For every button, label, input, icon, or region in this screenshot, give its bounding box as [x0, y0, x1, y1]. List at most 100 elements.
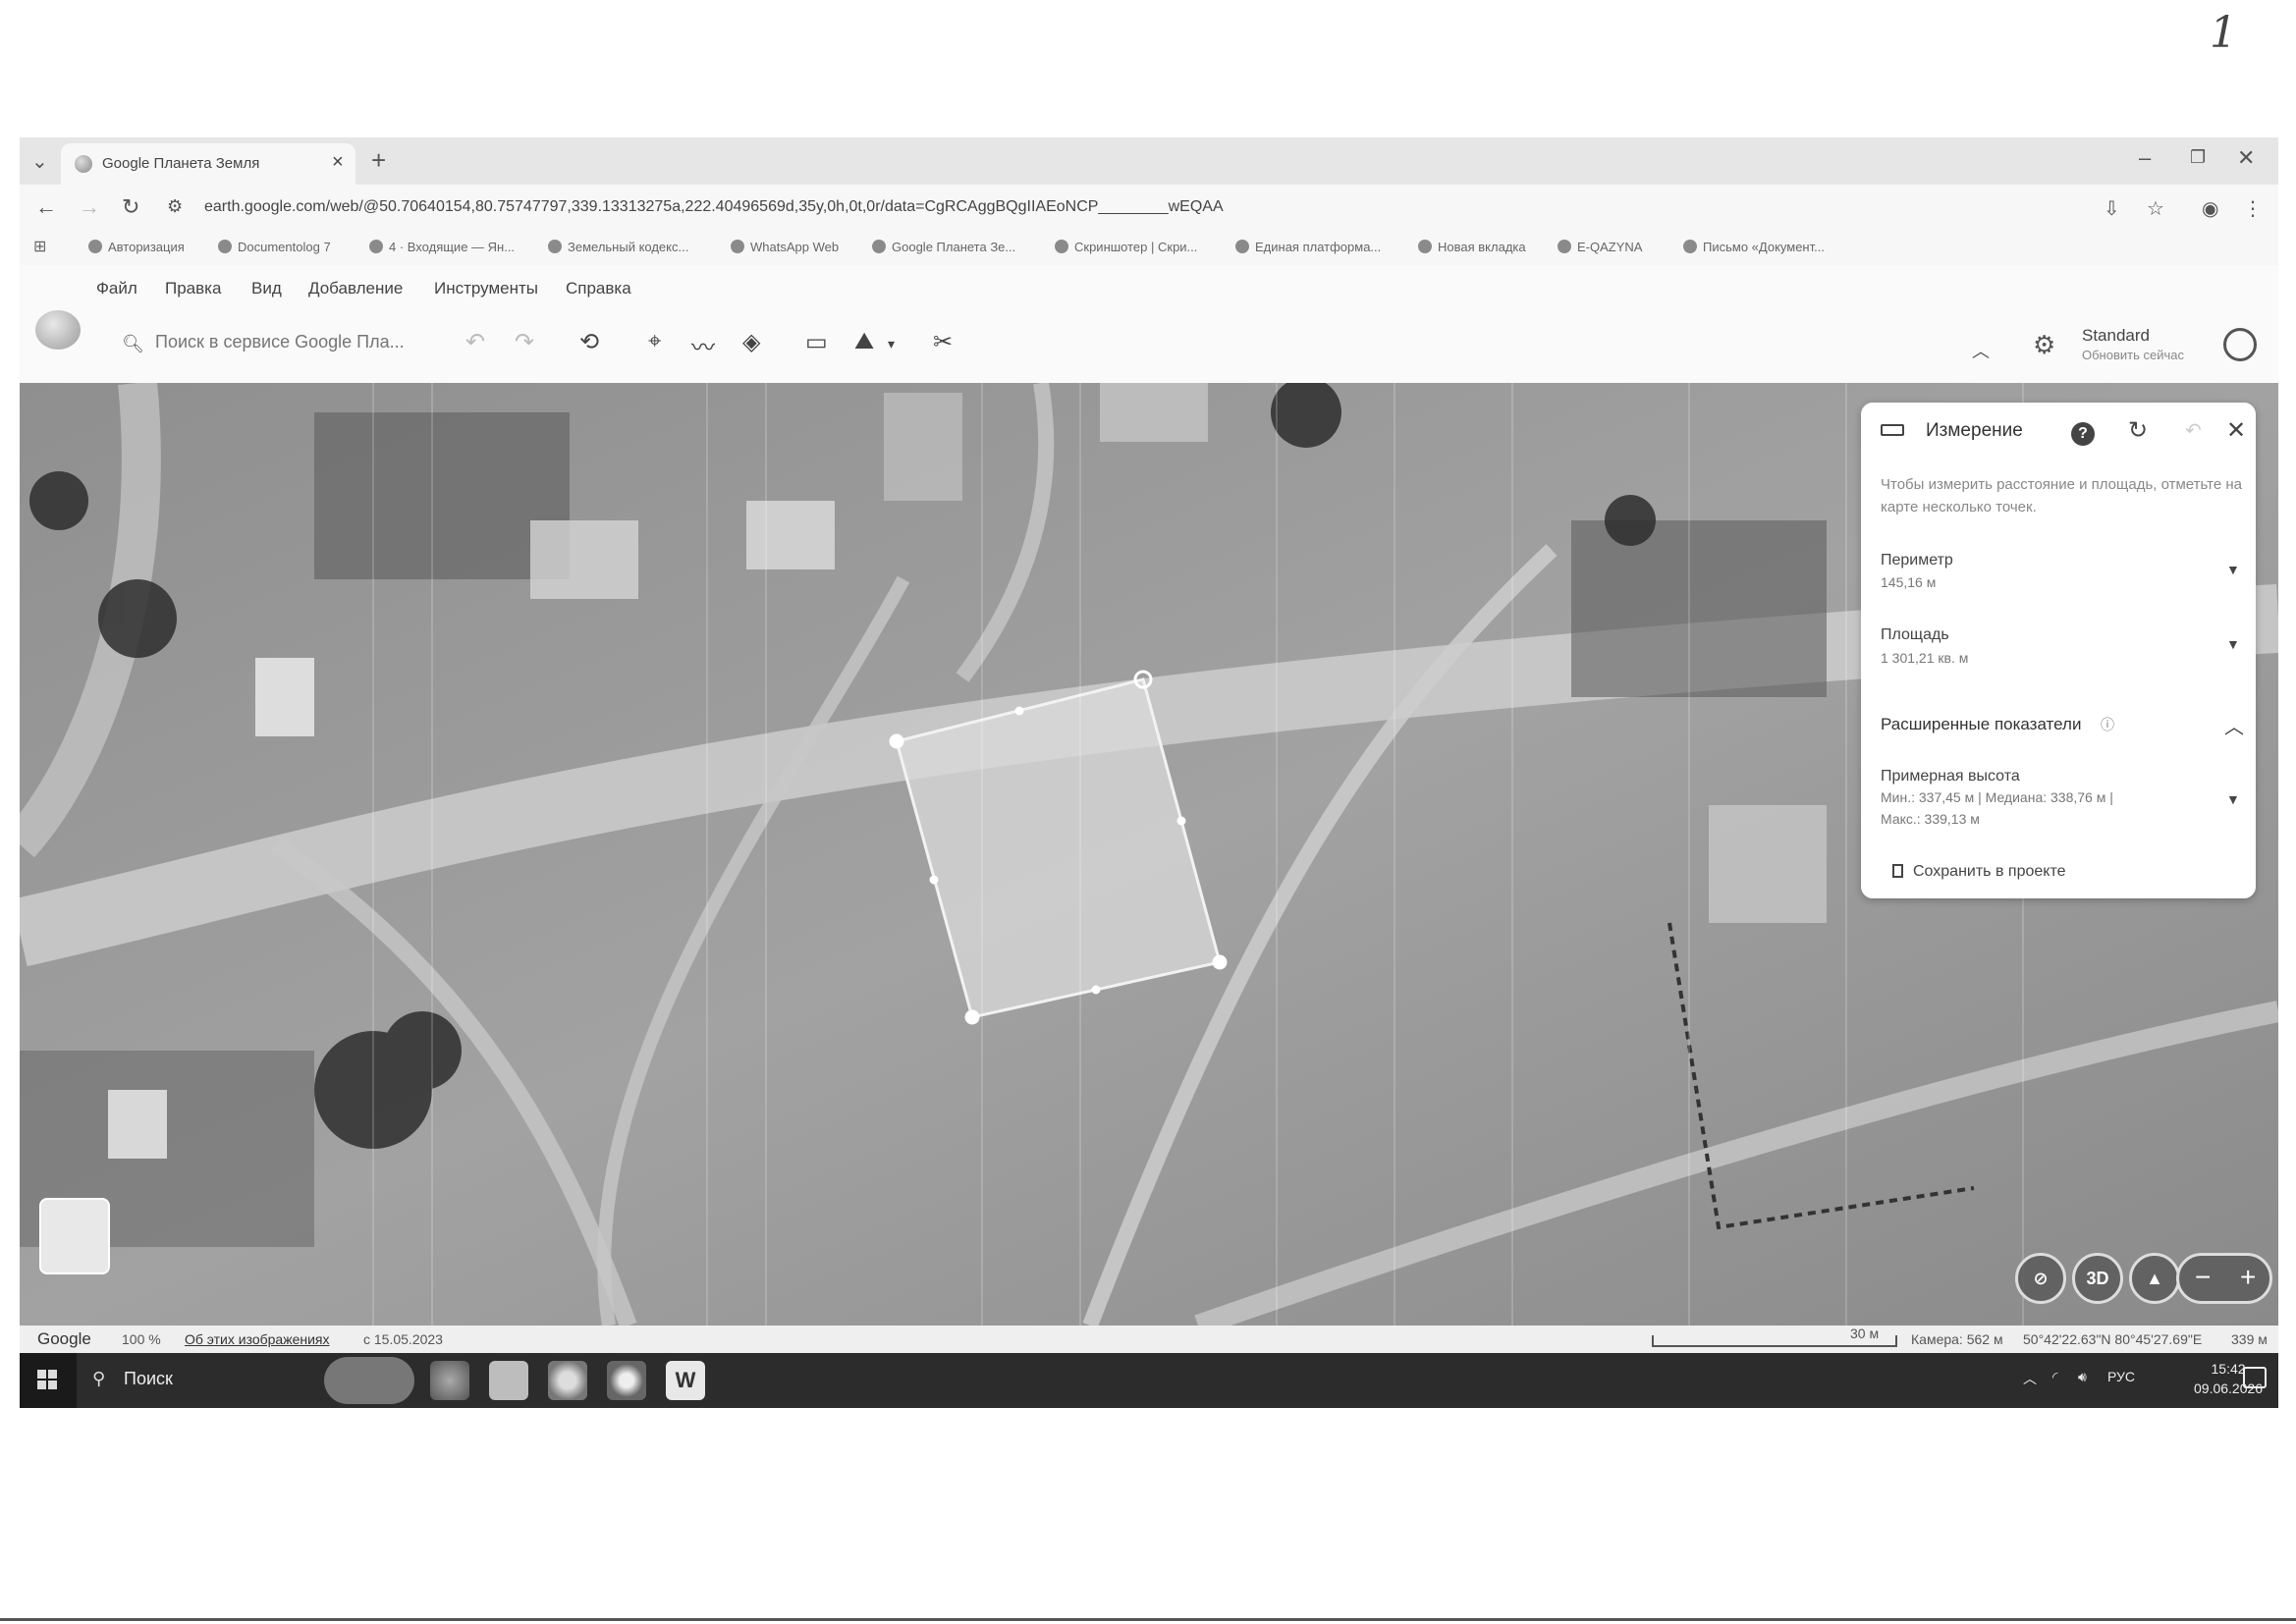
measure-icon[interactable]: ✂	[933, 328, 953, 356]
close-icon[interactable]: ✕	[2226, 416, 2246, 445]
zoom-in-icon[interactable]: +	[2240, 1262, 2256, 1293]
map-style-name[interactable]: Standard	[2082, 326, 2150, 346]
network-icon[interactable]: ◜	[2052, 1369, 2057, 1385]
volume-icon[interactable]: 🔊︎	[2078, 1369, 2087, 1385]
bookmark-star-icon[interactable]: ☆	[2147, 196, 2164, 221]
bookmark-item[interactable]: Google Планета Зе...	[872, 240, 1015, 254]
chrome-icon[interactable]	[548, 1361, 587, 1400]
polygon-midpoint[interactable]	[1014, 706, 1024, 716]
bookmark-item[interactable]: Земельный кодекс...	[548, 240, 688, 254]
menu-file[interactable]: Файл	[96, 279, 137, 298]
info-icon[interactable]: ⓘ	[2101, 715, 2114, 734]
word-icon[interactable]: W	[666, 1361, 705, 1400]
bookmark-favicon-icon	[88, 240, 102, 253]
edge-icon[interactable]	[430, 1361, 469, 1400]
zoom-level: 100 %	[122, 1331, 161, 1347]
layer-thumbnail[interactable]	[39, 1198, 110, 1274]
history-icon[interactable]: ⟲	[579, 328, 599, 356]
taskbar-search[interactable]: Поиск	[124, 1369, 173, 1389]
screenshot-tool-icon[interactable]: ⛰	[854, 328, 874, 355]
zoom-control: − +	[2176, 1253, 2272, 1304]
layers-icon[interactable]: ◈	[742, 328, 760, 356]
tray-chevron-icon[interactable]: ︿	[2023, 1369, 2037, 1388]
polygon-vertex[interactable]	[964, 1009, 980, 1025]
minimize-icon[interactable]: –	[2139, 145, 2151, 171]
bookmark-item[interactable]: Новая вкладка	[1418, 240, 1526, 254]
location-off-icon[interactable]: ⊘	[2015, 1253, 2066, 1304]
collapse-chevron-icon[interactable]: ︿	[1972, 338, 1990, 363]
window-close-icon[interactable]: ✕	[2237, 145, 2255, 171]
apps-grid-icon[interactable]: ⊞	[33, 237, 46, 256]
account-icon[interactable]	[2223, 328, 2257, 361]
bookmark-item[interactable]: Единая платформа...	[1235, 240, 1381, 254]
back-arrow-icon[interactable]: ←	[35, 194, 57, 220]
height-value-line1: Мин.: 337,45 м | Медиана: 338,76 м |	[1881, 789, 2113, 805]
gear-icon[interactable]: ⚙	[2033, 330, 2055, 360]
undo-icon[interactable]: ↶	[465, 328, 485, 356]
polygon-vertex[interactable]	[1212, 954, 1228, 970]
undo-icon[interactable]: ↶	[2185, 418, 2202, 443]
new-tab-icon[interactable]: +	[371, 145, 386, 176]
site-settings-icon[interactable]: ⚙	[167, 196, 183, 217]
menu-add[interactable]: Добавление	[308, 279, 403, 298]
polygon-midpoint[interactable]	[1176, 816, 1186, 826]
scan-edge	[0, 1618, 2296, 1621]
save-to-project-button[interactable]: Сохранить в проекте	[1881, 856, 2075, 888]
satellite-map[interactable]: Измерение ? ↻ ↶ ✕ Чтобы измерить расстоя…	[20, 383, 2278, 1326]
bookmark-item[interactable]: E-QAZYNA	[1558, 240, 1642, 254]
menu-help[interactable]: Справка	[566, 279, 631, 298]
bookmark-item[interactable]: Авторизация	[88, 240, 185, 254]
path-icon[interactable]: 〰	[691, 328, 715, 362]
polygon-midpoint[interactable]	[929, 875, 939, 885]
e-qazyna-icon	[1558, 240, 1571, 253]
search-highlight-image[interactable]	[324, 1357, 414, 1404]
polygon-vertex[interactable]	[889, 733, 904, 749]
forward-arrow-icon[interactable]: →	[79, 194, 100, 220]
menu-edit[interactable]: Правка	[165, 279, 221, 298]
menu-tools[interactable]: Инструменты	[434, 279, 538, 298]
bookmark-icon	[1892, 864, 1903, 878]
file-explorer-icon[interactable]	[489, 1361, 528, 1400]
menu-view[interactable]: Вид	[251, 279, 282, 298]
tab-list-chevron-icon[interactable]: ⌄	[31, 149, 48, 174]
app-icon[interactable]	[607, 1361, 646, 1400]
profile-icon[interactable]: ◉	[2202, 196, 2218, 221]
height-dropdown-chevron-icon[interactable]: ▼	[2226, 791, 2240, 807]
search-input[interactable]	[155, 326, 440, 357]
refresh-icon[interactable]: ↻	[2128, 416, 2148, 445]
about-images-link[interactable]: Об этих изображениях	[185, 1331, 330, 1347]
windows-start-icon[interactable]	[20, 1353, 77, 1408]
help-icon[interactable]: ?	[2071, 422, 2095, 446]
chevron-up-icon[interactable]: ︿	[2224, 711, 2244, 739]
advanced-metrics-label[interactable]: Расширенные показатели	[1881, 715, 2081, 734]
bookmark-item[interactable]: Письмо «Документ...	[1683, 240, 1825, 254]
compass-icon[interactable]: ▲	[2129, 1253, 2180, 1304]
redo-icon[interactable]: ↷	[515, 328, 534, 356]
area-dropdown-chevron-icon[interactable]: ▼	[2226, 636, 2240, 652]
restore-icon[interactable]: ❐	[2190, 147, 2206, 168]
search-icon[interactable]: ⚲	[92, 1369, 105, 1389]
notifications-icon[interactable]	[2243, 1367, 2267, 1388]
install-app-icon[interactable]: ⇩	[2104, 196, 2120, 221]
zoom-out-icon[interactable]: −	[2195, 1262, 2211, 1293]
tab-close-icon[interactable]: ×	[332, 151, 344, 174]
bookmark-item[interactable]: WhatsApp Web	[731, 240, 839, 254]
bookmark-item[interactable]: Documentolog 7	[218, 240, 331, 254]
placemark-icon[interactable]: ⌖	[648, 328, 662, 355]
bookmark-item[interactable]: 4 · Входящие — Ян...	[369, 240, 515, 254]
map-style-update-link[interactable]: Обновить сейчас	[2082, 348, 2184, 362]
reload-icon[interactable]: ↻	[122, 194, 139, 220]
bookmark-item[interactable]: Скриншотер | Скри...	[1055, 240, 1197, 254]
browser-menu-icon[interactable]: ⋮	[2243, 196, 2263, 221]
platform-icon	[1235, 240, 1249, 253]
language-indicator[interactable]: РУС	[2107, 1369, 2135, 1384]
tab-strip: ⌄ Google Планета Земля × + – ❐ ✕	[20, 137, 2278, 185]
polygon-midpoint[interactable]	[1091, 985, 1101, 995]
dropdown-chevron-icon[interactable]: ▾	[888, 336, 895, 352]
view-3d-button[interactable]: 3D	[2072, 1253, 2123, 1304]
perimeter-dropdown-chevron-icon[interactable]: ▼	[2226, 562, 2240, 577]
ruler-icon[interactable]: ▭	[805, 328, 828, 356]
browser-tab[interactable]: Google Планета Земля ×	[61, 143, 355, 185]
url-text[interactable]: earth.google.com/web/@50.70640154,80.757…	[204, 198, 1224, 216]
bookmark-favicon-icon	[218, 240, 232, 253]
